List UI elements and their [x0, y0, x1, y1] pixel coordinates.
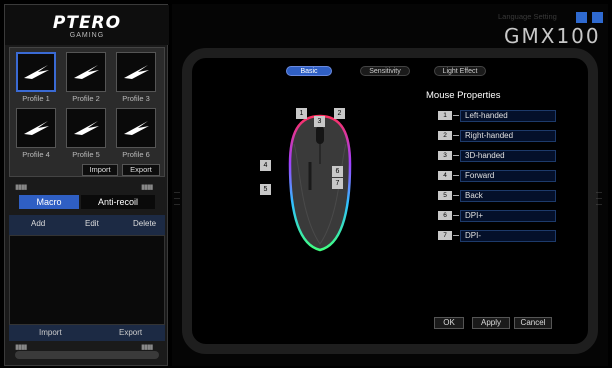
property-number: 1 — [438, 111, 452, 120]
mouse-diagram: 1 2 3 4 5 6 7 — [260, 104, 360, 254]
ptero-wing-icon — [24, 121, 49, 135]
profile-panel: Profile 1 Profile 2 Profile 3 Profile 4 … — [9, 47, 165, 177]
sidebar: PTERO GAMING Profile 1 Profile 2 Profile… — [4, 4, 169, 366]
property-select-5[interactable]: Back — [460, 190, 556, 202]
mouse-button-label-1: 1 — [296, 108, 307, 119]
property-number: 3 — [438, 151, 452, 160]
tab-basic[interactable]: Basic — [286, 66, 332, 76]
property-number: 6 — [438, 211, 452, 220]
decorative-rivets: ▮▮▮▮ — [15, 184, 27, 191]
ok-button[interactable]: OK — [434, 317, 464, 329]
decorative-rivets: ▮▮▮▮ — [15, 344, 27, 351]
macro-edit-button[interactable]: Edit — [85, 219, 99, 228]
property-number: 5 — [438, 191, 452, 200]
tab-light-effect[interactable]: Light Effect — [434, 66, 486, 76]
tab-anti-recoil[interactable]: Anti-recoil — [81, 195, 155, 209]
minimize-button[interactable] — [576, 12, 587, 23]
decorative-rivets: ▮▮▮▮ — [141, 344, 153, 351]
app-window: PTERO GAMING Profile 1 Profile 2 Profile… — [0, 0, 612, 368]
profile-label: Profile 1 — [22, 94, 50, 103]
ptero-wing-icon — [124, 121, 149, 135]
profile-label: Profile 4 — [22, 150, 50, 159]
macro-delete-button[interactable]: Delete — [133, 219, 156, 228]
decorative-rail-left: — — — — [174, 190, 180, 208]
profile-label: Profile 6 — [122, 150, 150, 159]
decorative-rail-right: — — — — [596, 190, 602, 208]
property-number: 4 — [438, 171, 452, 180]
decorative-slider-track — [15, 351, 159, 359]
property-select-3[interactable]: 3D-handed — [460, 150, 556, 162]
brand-name: PTERO — [52, 13, 122, 33]
macro-list[interactable] — [9, 235, 165, 325]
ptero-wing-icon — [74, 121, 99, 135]
property-number: 7 — [438, 231, 452, 240]
profile-import-button[interactable]: Import — [82, 164, 118, 176]
mouse-button-label-7: 7 — [332, 178, 343, 189]
property-select-6[interactable]: DPI+ — [460, 210, 556, 222]
profile-1[interactable]: Profile 1 — [16, 52, 56, 104]
property-number: 2 — [438, 131, 452, 140]
model-title: GMX100 — [504, 24, 601, 48]
property-select-1[interactable]: Left-handed — [460, 110, 556, 122]
macro-tab-bar: Macro Anti-recoil — [9, 193, 165, 211]
ptero-wing-icon — [24, 65, 49, 79]
profile-label: Profile 5 — [72, 150, 100, 159]
mouse-button-label-5: 5 — [260, 184, 271, 195]
cancel-button[interactable]: Cancel — [514, 317, 552, 329]
profile-2[interactable]: Profile 2 — [66, 52, 106, 104]
ptero-wing-icon — [74, 65, 99, 79]
profile-3[interactable]: Profile 3 — [116, 52, 156, 104]
mouse-button-label-3: 3 — [314, 116, 325, 127]
brand-logo: PTERO GAMING — [5, 5, 169, 45]
profile-export-button[interactable]: Export — [122, 164, 160, 176]
language-setting-link[interactable]: Language Setting — [498, 12, 557, 21]
profile-4[interactable]: Profile 4 — [16, 108, 56, 160]
mouse-button-label-6: 6 — [332, 166, 343, 177]
profile-label: Profile 3 — [122, 94, 150, 103]
property-select-4[interactable]: Forward — [460, 170, 556, 182]
profile-label: Profile 2 — [72, 94, 100, 103]
profile-5[interactable]: Profile 5 — [66, 108, 106, 160]
brand-subtitle: GAMING — [69, 32, 105, 39]
property-select-2[interactable]: Right-handed — [460, 130, 556, 142]
macro-export-button[interactable]: Export — [119, 328, 142, 337]
macro-bottom-bar: Import Export — [9, 325, 165, 341]
ptero-wing-icon — [124, 65, 149, 79]
apply-button[interactable]: Apply — [472, 317, 510, 329]
macro-action-bar: Add Edit Delete — [9, 215, 165, 235]
mouse-properties-title: Mouse Properties — [426, 90, 501, 101]
mouse-button-label-2: 2 — [334, 108, 345, 119]
decorative-rivets: ▮▮▮▮ — [141, 184, 153, 191]
macro-import-button[interactable]: Import — [39, 328, 62, 337]
mouse-button-label-4: 4 — [260, 160, 271, 171]
macro-add-button[interactable]: Add — [31, 219, 45, 228]
tab-macro[interactable]: Macro — [19, 195, 79, 209]
property-select-7[interactable]: DPI- — [460, 230, 556, 242]
tab-sensitivity[interactable]: Sensitivity — [360, 66, 410, 76]
close-button[interactable] — [592, 12, 603, 23]
main-panel: Language Setting GMX100 — — — — — — Basic Se… — [172, 4, 608, 366]
profile-6[interactable]: Profile 6 — [116, 108, 156, 160]
